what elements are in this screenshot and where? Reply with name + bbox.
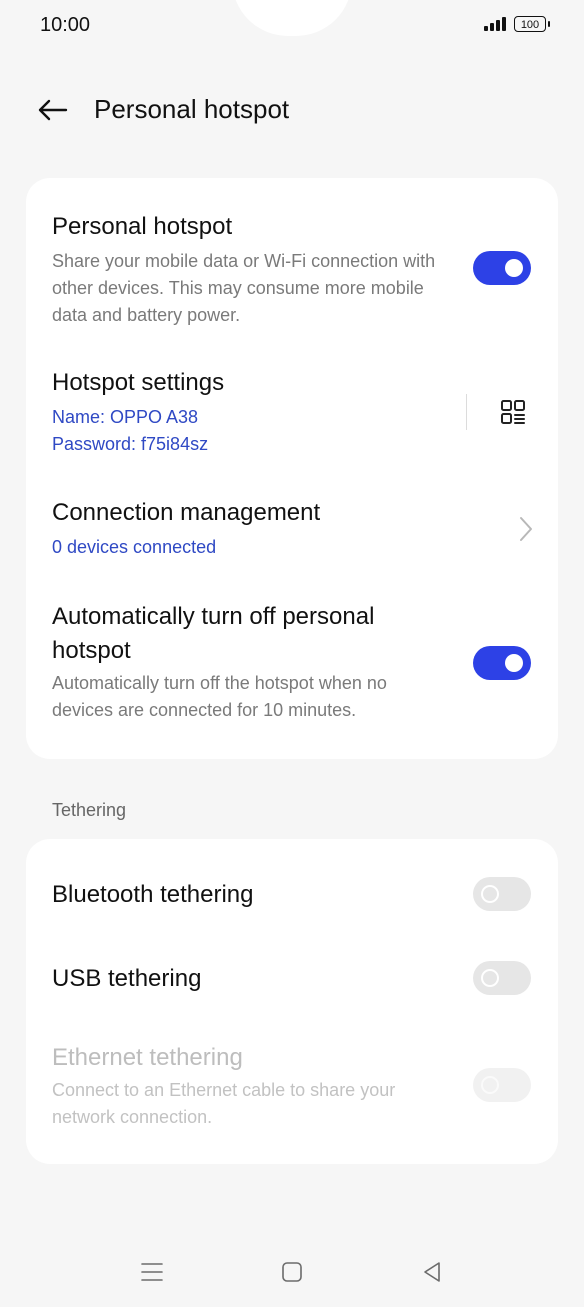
auto-off-toggle[interactable] <box>473 646 531 680</box>
bluetooth-tethering-toggle[interactable] <box>473 877 531 911</box>
toggle-knob <box>481 1076 499 1094</box>
camera-notch <box>232 0 352 36</box>
status-bar: 10:00 100 <box>0 0 584 56</box>
nav-back-button[interactable] <box>412 1256 452 1288</box>
personal-hotspot-description: Share your mobile data or Wi-Fi connecti… <box>52 251 436 325</box>
status-icons: 100 <box>484 16 550 32</box>
qr-code-button[interactable] <box>493 392 533 432</box>
usb-tethering-toggle[interactable] <box>473 961 531 995</box>
hotspot-card: Personal hotspot Share your mobile data … <box>26 178 558 759</box>
auto-off-title-line1: Automatically turn off personal <box>52 603 375 630</box>
toggle-knob <box>481 969 499 987</box>
ethernet-tethering-label: Ethernet tethering <box>52 1044 243 1071</box>
screen: 10:00 100 Personal hotspot Personal hots… <box>0 0 584 1307</box>
status-time: 10:00 <box>40 14 91 36</box>
hotspot-name: Name: OPPO A38 <box>52 407 199 427</box>
personal-hotspot-toggle[interactable] <box>473 251 531 285</box>
settings-divider <box>466 394 467 430</box>
app-header: Personal hotspot <box>0 80 584 140</box>
auto-off-row[interactable]: Automatically turn off personal hotspot … <box>52 600 452 724</box>
back-triangle-icon <box>424 1262 440 1282</box>
signal-icon <box>484 17 506 31</box>
menu-icon <box>141 1263 163 1281</box>
ethernet-tethering-row: Ethernet tethering Connect to an Etherne… <box>52 1041 452 1131</box>
hotspot-settings-row[interactable]: Hotspot settings Name: OPPO A38 Password… <box>52 366 452 458</box>
navigation-bar <box>0 1244 584 1300</box>
ethernet-tethering-toggle <box>473 1068 531 1102</box>
ethernet-tethering-description: Connect to an Ethernet cable to share yo… <box>52 1080 396 1127</box>
toggle-knob <box>481 885 499 903</box>
arrow-left-icon <box>38 99 68 121</box>
tethering-card: Bluetooth tethering USB tethering Ethern… <box>26 839 558 1164</box>
auto-off-title-line2: hotspot <box>52 637 131 664</box>
bluetooth-tethering-label: Bluetooth tethering <box>52 881 254 908</box>
back-button[interactable] <box>30 92 74 128</box>
auto-off-description: Automatically turn off the hotspot when … <box>52 673 387 720</box>
hotspot-settings-title: Hotspot settings <box>52 369 225 396</box>
personal-hotspot-title: Personal hotspot <box>52 213 233 240</box>
chevron-right-icon <box>514 514 538 544</box>
qr-code-icon <box>501 400 525 424</box>
toggle-knob <box>505 259 523 277</box>
connection-management-title: Connection management <box>52 499 321 526</box>
tethering-section-label: Tethering <box>52 800 127 820</box>
home-icon <box>282 1262 302 1282</box>
bluetooth-tethering-row[interactable]: Bluetooth tethering <box>52 878 452 912</box>
personal-hotspot-row[interactable]: Personal hotspot Share your mobile data … <box>52 210 532 329</box>
page-title: Personal hotspot <box>94 94 290 124</box>
connection-status: 0 devices connected <box>52 537 217 557</box>
usb-tethering-label: USB tethering <box>52 965 202 992</box>
battery-icon: 100 <box>514 16 550 32</box>
connection-management-row[interactable]: Connection management 0 devices connecte… <box>52 496 452 561</box>
hotspot-password: Password: f75i84sz <box>52 434 209 454</box>
nav-home-button[interactable] <box>272 1256 312 1288</box>
nav-menu-button[interactable] <box>132 1256 172 1288</box>
usb-tethering-row[interactable]: USB tethering <box>52 962 452 996</box>
toggle-knob <box>505 654 523 672</box>
